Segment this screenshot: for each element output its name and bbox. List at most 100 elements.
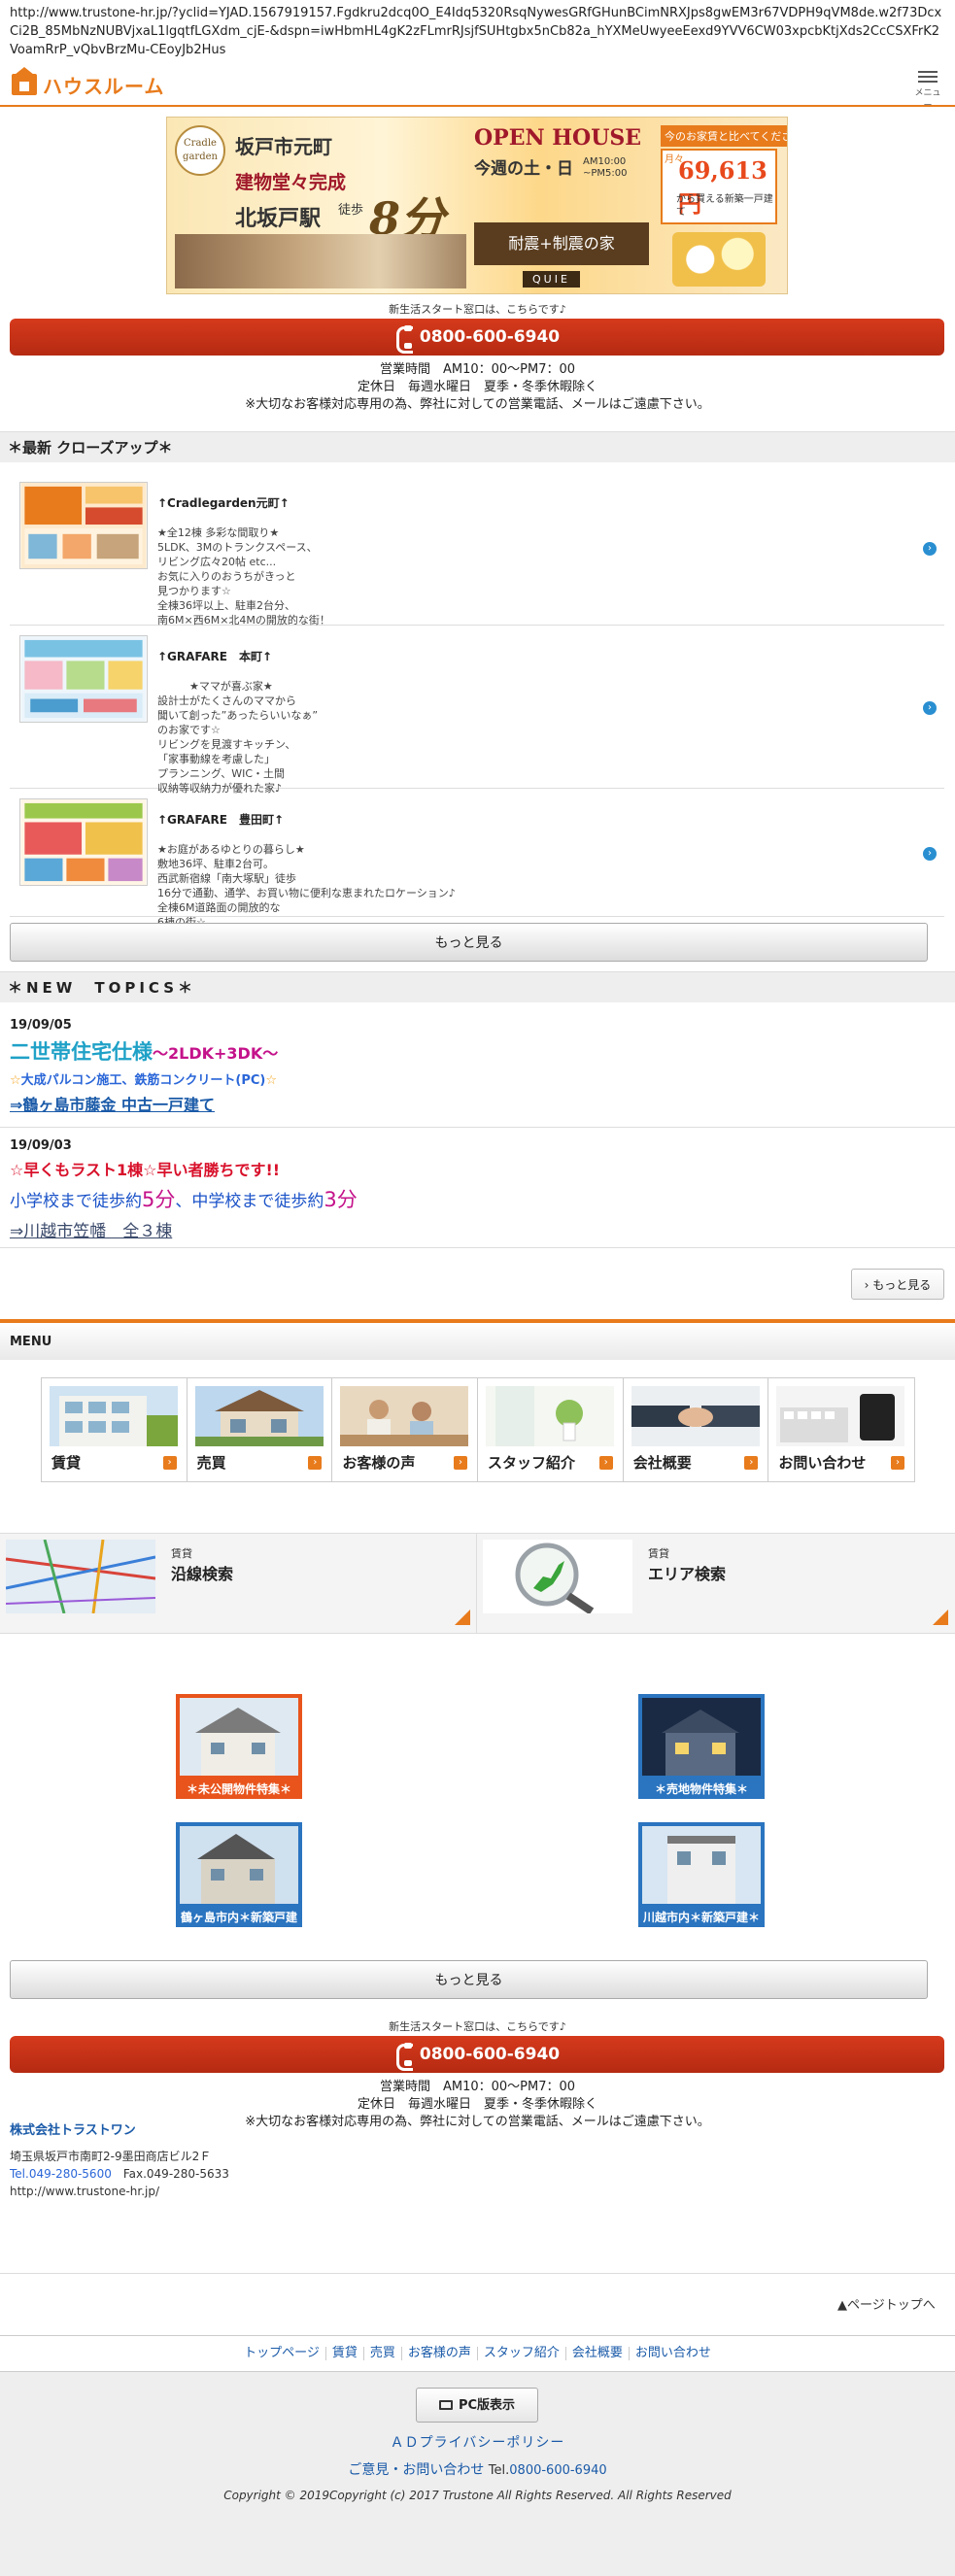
- feature-label: ＊未公開物件特集＊: [176, 1779, 302, 1799]
- site-logo[interactable]: ハウスルーム: [12, 67, 164, 98]
- copyright: Copyright © 2019Copyright (c) 2017 Trust…: [223, 2489, 732, 2502]
- family-image: [340, 1386, 469, 1446]
- banner-compare: 今のお家賃と比べてください!: [661, 125, 787, 147]
- chevron-right-icon[interactable]: ›: [923, 701, 937, 715]
- banner-middle: OPEN HOUSE 今週の土・日 AM10:00 ~PM5:00 耐震+制震の…: [474, 125, 655, 288]
- footer-link-contact[interactable]: お問い合わせ: [630, 2347, 717, 2360]
- hamburger-menu-button[interactable]: メニュー: [912, 68, 943, 111]
- banner-right: 今のお家賃と比べてください! 月々 69,613円 から買える新築一戸建て: [661, 125, 787, 288]
- banner-room-photo: [175, 234, 466, 288]
- search-row: 賃貸 沿線検索 賃貸 エリア検索: [0, 1533, 955, 1634]
- menu-item-label: お問い合わせ: [778, 1454, 867, 1472]
- topic-item[interactable]: 19/09/03 ☆早くもラスト1棟☆早い者勝ちです!! 小学校まで徒歩約5分、…: [10, 1138, 944, 1241]
- house-logo-icon: [12, 67, 37, 95]
- footer-tel: Tel.0800-600-6940: [489, 2463, 607, 2478]
- phone-icon: [394, 325, 413, 354]
- privacy-policy-link[interactable]: ＡＤプライバシーポリシー: [0, 2432, 955, 2452]
- flyer-thumbnail: [19, 798, 148, 886]
- star-icon: ☆: [265, 1073, 278, 1088]
- pc-view-button[interactable]: PC版表示: [416, 2388, 538, 2423]
- topic-date: 19/09/03: [10, 1138, 72, 1153]
- company-tel[interactable]: 049-280-5600: [29, 2167, 112, 2181]
- footer-contact: ご意見・お問い合わせ Tel.0800-600-6940: [0, 2459, 955, 2479]
- menu-item-contact[interactable]: お問い合わせ ›: [768, 1378, 915, 1481]
- footer-link-company[interactable]: 会社概要: [566, 2347, 630, 2360]
- area-search[interactable]: 賃貸 エリア検索: [477, 1534, 954, 1633]
- business-hours: 営業時間 AM10：00～PM7：00: [379, 2080, 576, 2094]
- closeup-text: ↑GRAFARE 本町↑ ★ママが喜ぶ家★ 設計士がたくさんのママから 聞いて創…: [157, 635, 896, 796]
- plant-image: [486, 1386, 615, 1446]
- hamburger-icon-bar: [918, 76, 938, 78]
- closeup-more-button[interactable]: もっと見る: [10, 923, 928, 962]
- address-url: http://www.trustone-hr.jp/?yclid=YJAD.15…: [10, 6, 942, 57]
- footer-contact-link[interactable]: ご意見・お問い合わせ: [348, 2462, 484, 2478]
- feature-label: 川越市内＊新築戸建＊: [638, 1908, 765, 1927]
- divider: [0, 1247, 955, 1248]
- line-search[interactable]: 賃貸 沿線検索: [0, 1534, 477, 1633]
- closeup-heading: ＊最新 クローズアップ＊: [0, 431, 955, 462]
- flyer-thumbnail: [19, 635, 148, 723]
- features-more-button[interactable]: もっと見る: [10, 1960, 928, 1999]
- footer-tel-number[interactable]: 0800-600-6940: [509, 2463, 606, 2478]
- topics-more-label: もっと見る: [872, 1278, 932, 1292]
- banner-station: 北坂戸駅: [235, 206, 322, 231]
- footer-link-top[interactable]: トップページ: [238, 2347, 326, 2360]
- page-top-link[interactable]: ▲ページトップへ: [837, 2294, 936, 2313]
- chevron-right-icon[interactable]: ›: [923, 847, 937, 861]
- closeup-body: ★全12棟 多彩な間取り★ 5LDK、3Mのトランクスペース、 リビング広々20…: [157, 526, 330, 627]
- footer-link-sale[interactable]: 売買: [364, 2347, 402, 2360]
- topic-link[interactable]: ⇒鶴ヶ島市藤金 中古一戸建て: [10, 1092, 944, 1115]
- arrow-right-icon: ›: [744, 1456, 759, 1470]
- feature-land[interactable]: ＊売地物件特集＊: [638, 1694, 765, 1799]
- phone-keyboard-image: [776, 1386, 905, 1446]
- tel-button[interactable]: 0800-600-6940: [10, 319, 944, 356]
- menu-item-staff[interactable]: スタッフ紹介 ›: [478, 1378, 624, 1481]
- menu-item-sale[interactable]: 売買 ›: [187, 1378, 333, 1481]
- closeup-body: ★お庭があるゆとりの暮らし★ 敷地36坪、駐車2台可。 西武新宿線「南大塚駅」徒…: [157, 843, 456, 929]
- company-info: 株式会社トラストワン 埼玉県坂戸市南町2-9墨田商店ビル2Ｆ Tel.049-2…: [10, 2122, 942, 2200]
- phone-icon: [394, 2043, 413, 2071]
- banner-price-box: 月々 69,613円 から買える新築一戸建て: [661, 149, 777, 224]
- footer-link-voice[interactable]: お客様の声: [402, 2347, 478, 2360]
- tel-button[interactable]: 0800-600-6940: [10, 2036, 944, 2073]
- footer-link-rent[interactable]: 賃貸: [326, 2347, 364, 2360]
- closeup-title: ↑GRAFARE 本町↑: [157, 650, 273, 663]
- closeup-title: ↑Cradlegarden元町↑: [157, 496, 290, 510]
- menu-item-rent[interactable]: 賃貸 ›: [42, 1378, 188, 1481]
- topics-more-button[interactable]: › もっと見る: [851, 1269, 944, 1300]
- feature-tsurugashima[interactable]: 鶴ヶ島市内＊新築戸建＊: [176, 1822, 302, 1944]
- menu-item-voice[interactable]: お客様の声 ›: [332, 1378, 479, 1481]
- banner-time: AM10:00 ~PM5:00: [583, 156, 628, 179]
- open-house-banner[interactable]: Cradle garden 坂戸市元町 建物堂々完成 北坂戸駅 徒歩 8分 OP…: [166, 117, 788, 294]
- feature-kawagoe[interactable]: 川越市内＊新築戸建＊: [638, 1822, 765, 1927]
- closeup-item[interactable]: ↑GRAFARE 本町↑ ★ママが喜ぶ家★ 設計士がたくさんのママから 聞いて創…: [10, 626, 944, 795]
- school-a-min: 5分: [142, 1188, 176, 1211]
- menu-item-label: お客様の声: [342, 1454, 416, 1472]
- feature-unpublished[interactable]: ＊未公開物件特集＊: [176, 1694, 302, 1799]
- search-category: 賃貸: [648, 1547, 669, 1560]
- footer-link-staff[interactable]: スタッフ紹介: [478, 2347, 566, 2360]
- chevron-right-icon[interactable]: ›: [923, 542, 937, 556]
- school-a: 小学校まで徒歩約: [10, 1192, 142, 1211]
- closeup-item[interactable]: ↑GRAFARE 豊田町↑ ★お庭があるゆとりの暮らし★ 敷地36坪、駐車2台可…: [10, 789, 944, 929]
- banner-open-house: OPEN HOUSE: [474, 125, 642, 151]
- menu-heading: MENU: [0, 1319, 955, 1360]
- arrow-right-icon: ›: [162, 1456, 177, 1470]
- railway-map-image: [6, 1540, 155, 1613]
- hamburger-icon: [918, 71, 938, 73]
- banner-this-week: 今週の土・日: [474, 159, 573, 179]
- business-hours: 営業時間 AM10：00～PM7：00: [379, 362, 576, 377]
- closeup-item[interactable]: ↑Cradlegarden元町↑ ★全12棟 多彩な間取り★ 5LDK、3Mのト…: [10, 472, 944, 627]
- monitor-icon: [438, 2400, 453, 2410]
- company-url: http://www.trustone-hr.jp/: [10, 2185, 160, 2198]
- topic-link[interactable]: ⇒川越市笠幡 全３棟: [10, 1217, 944, 1241]
- topic-item[interactable]: 19/09/05 二世帯住宅仕様～2LDK+3DK～ ☆大成パルコン施工、鉄筋コ…: [10, 1018, 944, 1115]
- banner-house: から買える新築一戸建て: [676, 194, 773, 218]
- banner-walk: 徒歩: [338, 203, 364, 218]
- school-b: 、中学校まで徒歩約: [175, 1192, 324, 1211]
- footer-tel-label: Tel.: [488, 2463, 510, 2478]
- menu-item-company[interactable]: 会社概要 ›: [623, 1378, 769, 1481]
- topics-heading: ＊NEW TOPICS＊: [0, 971, 955, 1002]
- site-header: ハウスルーム メニュー: [0, 62, 955, 111]
- company-tel-row: Tel.049-280-5600 Fax.049-280-5633: [10, 2165, 942, 2183]
